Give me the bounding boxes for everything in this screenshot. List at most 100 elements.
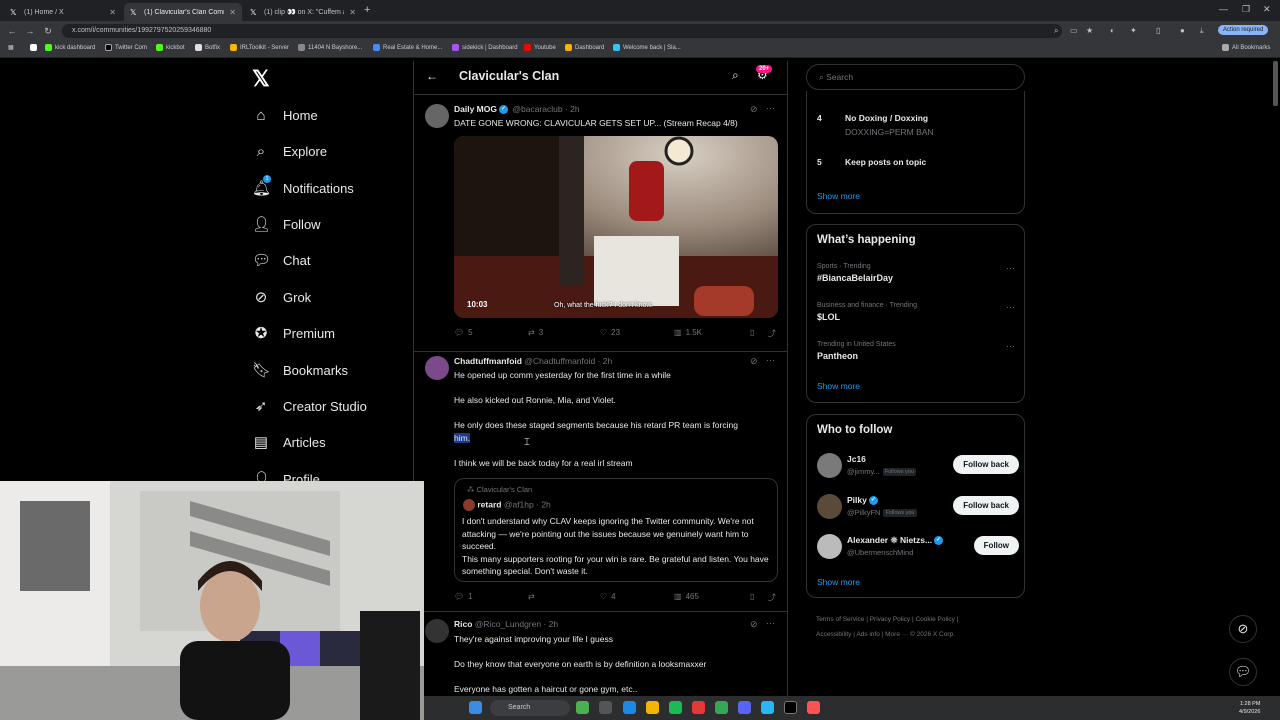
reply-button[interactable]: 💬︎ 5 (454, 328, 473, 337)
sidebar-item-notifications[interactable]: 🔔︎ 1 Notifications (252, 175, 354, 198)
bookmark-item[interactable]: Twitter Com (105, 44, 147, 51)
bookmark-item[interactable] (30, 44, 37, 51)
sidebar-item-grok[interactable]: ⊘ Grok (252, 287, 311, 307)
grok-fab-icon[interactable]: ⊘ (1229, 615, 1257, 643)
extension-icon[interactable]: ◐ (1110, 26, 1115, 35)
like-button[interactable]: ♡ 23 (600, 328, 620, 337)
reply-button[interactable]: 💬︎ 1 (454, 592, 473, 601)
taskbar-app-icon[interactable] (599, 701, 612, 714)
avatar[interactable] (817, 534, 842, 559)
bookmark-item[interactable]: sidekick | Dashboard (452, 44, 518, 51)
trend-item[interactable]: Business and finance · Trending $LOL ··· (817, 302, 1017, 322)
x-logo[interactable]: 𝕏 (252, 66, 270, 92)
author-name[interactable]: Rico (454, 619, 472, 629)
video-player[interactable]: 10:03 Oh, what the fuck? I don't know. (454, 136, 778, 318)
url-input[interactable]: x.com/i/communities/1992797520259346880 (62, 24, 1062, 38)
download-icon[interactable]: ⤓ (1200, 26, 1204, 36)
sidepanel-icon[interactable]: ▯ (1156, 26, 1160, 35)
avatar[interactable] (817, 494, 842, 519)
sidebar-item-premium[interactable]: ✪ Premium (252, 323, 335, 343)
forward-nav-icon[interactable]: → (24, 26, 36, 36)
author-handle[interactable]: @bacaraclub (512, 104, 562, 114)
profile-icon[interactable]: ● (1180, 26, 1185, 35)
search-input[interactable]: ⌕ Search (806, 64, 1025, 90)
spotify-icon[interactable] (669, 701, 682, 714)
browser-tab[interactable]: 𝕏 (1) Home / X ✕ (4, 3, 122, 21)
taskbar-search[interactable]: Search (490, 700, 570, 716)
bookmark-button[interactable]: ▯ (750, 328, 754, 337)
follow-suggestion[interactable]: Alexander ❊ Nietzs... ✓ @UbermenschMind F… (817, 534, 1019, 562)
bookmark-item[interactable]: Dashboard (565, 44, 604, 51)
follow-button[interactable]: Follow (973, 536, 1019, 555)
x-app-icon[interactable] (784, 701, 797, 714)
tab-close-icon[interactable]: ✕ (109, 8, 116, 17)
taskbar-app-icon[interactable] (623, 701, 636, 714)
file-explorer-icon[interactable] (646, 701, 659, 714)
start-icon[interactable] (469, 701, 482, 714)
follow-suggestion[interactable]: Pilky ✓ @PilkyFN Follows you Follow back (817, 494, 1019, 522)
follow-suggestion[interactable]: Jc16 @jimmy... Follows you Follow back (817, 453, 1019, 481)
taskbar-clock[interactable]: 1:28 PM 4/9/2026 (1239, 700, 1260, 716)
maximize-icon[interactable]: ❐ (1242, 4, 1250, 15)
follow-back-button[interactable]: Follow back (953, 455, 1019, 474)
views-button[interactable]: ▥ 1.5K (674, 328, 702, 337)
more-options-icon[interactable]: ··· (766, 355, 775, 365)
taskbar-app-icon[interactable] (761, 701, 774, 714)
more-options-icon[interactable]: ··· (1006, 341, 1015, 351)
chrome-icon[interactable] (715, 701, 728, 714)
new-tab-icon[interactable]: + (364, 4, 370, 16)
bookmark-item[interactable]: Botfix (195, 44, 220, 51)
grok-icon[interactable]: ⊘ (750, 356, 758, 367)
follow-back-button[interactable]: Follow back (953, 496, 1019, 515)
avatar[interactable] (425, 104, 449, 128)
sidebar-item-bookmarks[interactable]: 🔖︎ Bookmarks (252, 360, 348, 380)
more-options-icon[interactable]: ··· (766, 103, 775, 113)
bookmark-item[interactable]: kick dashboard (45, 44, 95, 51)
discord-icon[interactable] (738, 701, 751, 714)
back-nav-icon[interactable]: ← (6, 26, 18, 36)
search-icon[interactable]: ⌕ (732, 68, 739, 83)
star-icon[interactable]: ★ (1086, 26, 1093, 35)
more-options-icon[interactable]: ··· (1006, 302, 1015, 312)
avatar[interactable] (425, 356, 449, 380)
show-more-link[interactable]: Show more (817, 577, 860, 587)
grok-icon[interactable]: ⊘ (750, 104, 758, 115)
bookmark-button[interactable]: ▯ (750, 592, 754, 601)
taskbar-app-icon[interactable] (807, 701, 820, 714)
apps-icon[interactable]: ▦ (8, 44, 14, 51)
trend-item[interactable]: Sports · Trending #BiancaBelairDay ··· (817, 263, 1017, 283)
scrollbar[interactable] (1273, 61, 1278, 106)
like-button[interactable]: ♡ 4 (600, 592, 616, 601)
sidebar-item-creator-studio[interactable]: ➶ Creator Studio (252, 396, 367, 416)
post-time[interactable]: · 2h (598, 356, 613, 366)
tab-close-icon[interactable]: ✕ (349, 8, 356, 17)
install-icon[interactable]: ▭ (1070, 26, 1078, 35)
show-more-link[interactable]: Show more (817, 191, 860, 201)
bookmark-item[interactable]: 11404 N Bayshore... (298, 44, 362, 51)
sidebar-item-chat[interactable]: 💬︎ Chat (252, 250, 310, 270)
more-options-icon[interactable]: ··· (766, 618, 775, 628)
tab-close-icon[interactable]: ✕ (229, 8, 236, 17)
bookmark-item[interactable]: IRLToolkit - Server (230, 44, 289, 51)
footer-links[interactable]: Terms of Service | Privacy Policy | Cook… (816, 612, 1026, 642)
sidebar-item-follow[interactable]: 👤︎ Follow (252, 214, 321, 234)
share-button[interactable]: ⤴ (768, 592, 776, 603)
action-required-button[interactable]: Action required (1218, 25, 1269, 35)
grok-icon[interactable]: ⊘ (750, 619, 758, 630)
sidebar-item-home[interactable]: ⌂ Home (252, 105, 317, 125)
bookmark-item[interactable]: kickbot (156, 44, 185, 51)
views-button[interactable]: ▥ 465 (674, 592, 699, 601)
taskbar-app-icon[interactable] (576, 701, 589, 714)
back-arrow-icon[interactable]: ← (426, 69, 438, 83)
author-name[interactable]: Chadtuffmanfoid (454, 356, 522, 366)
author-handle[interactable]: @Chadtuffmanfoid (524, 356, 595, 366)
share-button[interactable]: ⤴ (768, 328, 776, 339)
sidebar-item-articles[interactable]: ▤ Articles (252, 432, 326, 452)
author-handle[interactable]: @Rico_Lundgren (475, 619, 541, 629)
quoted-post[interactable]: ⁂ Clavicular's Clan retard @af1hp · 2h I… (454, 478, 778, 582)
repost-button[interactable]: ⇄ 3 (528, 328, 543, 337)
zoom-icon[interactable]: ⌕ (1054, 26, 1058, 36)
repost-button[interactable]: ⇄ (528, 592, 535, 601)
post[interactable]: Chadtuffmanfoid @Chadtuffmanfoid · 2h ⊘ … (414, 352, 787, 612)
taskbar-app-icon[interactable] (692, 701, 705, 714)
